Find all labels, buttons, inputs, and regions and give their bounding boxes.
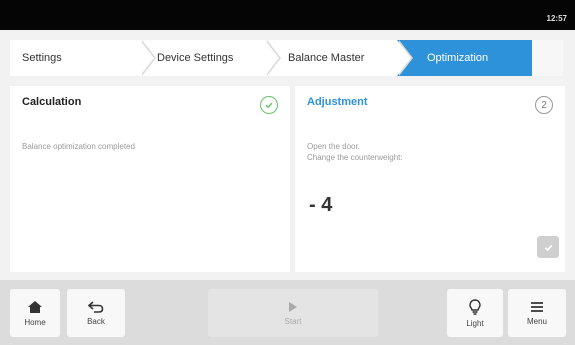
checkmark-icon [544,244,552,251]
breadcrumb-device-settings[interactable]: Device Settings [140,40,265,76]
breadcrumb-settings[interactable]: Settings [10,40,140,76]
breadcrumb-label: Optimization [427,52,489,64]
home-icon [28,300,42,313]
light-label: Light [466,318,484,328]
start-button[interactable]: Start [208,289,378,337]
back-button[interactable]: Back [67,289,125,337]
calculation-title: Calculation [22,96,82,108]
clock: 12:57 [546,14,567,23]
menu-label: Menu [526,316,547,326]
breadcrumb-separator [397,40,411,76]
menu-button[interactable]: Menu [508,289,566,337]
back-label: Back [87,316,105,326]
breadcrumb-label: Settings [22,52,62,64]
confirm-button[interactable] [537,236,559,258]
breadcrumb-optimization[interactable]: Optimization [397,40,532,76]
instruction-line: Change the counterweight: [307,153,403,162]
menu-icon [531,301,543,312]
check-icon [260,96,278,114]
breadcrumb-label: Device Settings [157,52,234,64]
light-button[interactable]: Light [447,289,503,337]
play-icon [289,301,297,312]
status-bar: 12:57 [0,0,575,30]
breadcrumb-balance-master[interactable]: Balance Master [265,40,397,76]
counterweight-value: - 4 [309,194,333,216]
adjustment-instructions: Open the door. Change the counterweight: [307,141,403,163]
calculation-panel: Calculation Balance optimization complet… [10,86,290,272]
bottom-bar: Home Back Start Light Menu [0,280,575,345]
adjustment-panel: Adjustment 2 Open the door. Change the c… [295,86,565,272]
breadcrumb-separator [265,40,279,76]
breadcrumb-separator [140,40,154,76]
home-label: Home [24,317,46,327]
breadcrumb-label: Balance Master [288,52,365,64]
lightbulb-icon [469,298,481,315]
adjustment-title: Adjustment [307,96,368,108]
start-label: Start [284,316,302,326]
home-button[interactable]: Home [10,289,60,337]
instruction-line: Open the door. [307,142,360,151]
step-number-badge: 2 [535,96,553,114]
back-arrow-icon [88,300,104,313]
calculation-message: Balance optimization completed [22,142,135,151]
breadcrumb: Settings Device Settings Balance Master … [10,40,563,76]
